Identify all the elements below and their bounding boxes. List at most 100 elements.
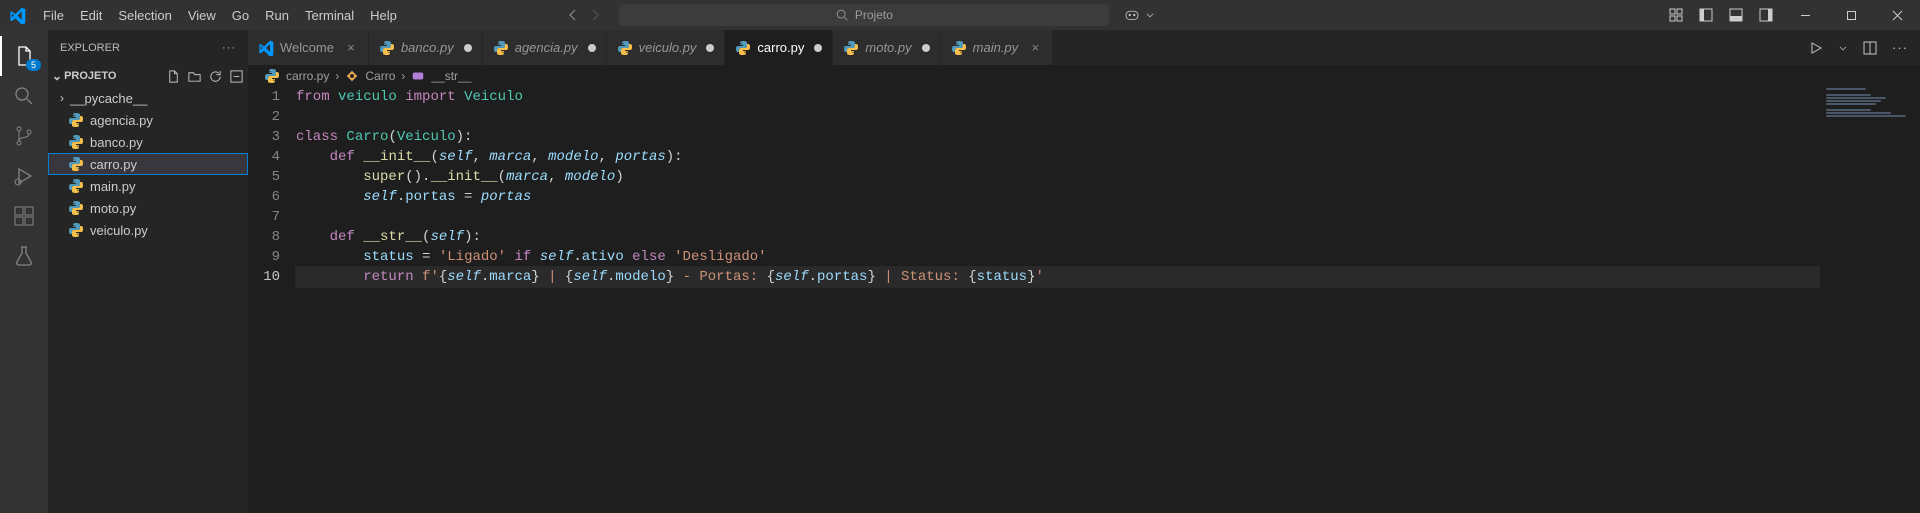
split-editor-icon[interactable] [1862, 40, 1878, 56]
file-banco-py[interactable]: banco.py [48, 131, 248, 153]
breadcrumb-item[interactable]: carro.py [286, 69, 329, 83]
chevron-down-icon [1145, 10, 1155, 20]
tab-moto-py[interactable]: moto.py [833, 30, 940, 65]
nav-arrows [565, 7, 603, 23]
minimap[interactable] [1820, 87, 1920, 513]
window-controls [1782, 0, 1920, 30]
run-icon[interactable] [1808, 40, 1824, 56]
tab-actions: ··· [1796, 30, 1920, 65]
minimap-line [1826, 88, 1866, 90]
explorer-badge: 5 [26, 59, 41, 71]
editor[interactable]: 12345678910 from veiculo import Veiculoc… [248, 87, 1920, 513]
layout-grid-icon[interactable] [1668, 7, 1684, 23]
python-file-icon [617, 40, 633, 56]
modified-dot-icon [814, 44, 822, 52]
close-button[interactable] [1874, 0, 1920, 30]
menu-view[interactable]: View [180, 2, 224, 29]
vscode-logo-icon [0, 7, 35, 24]
code-line[interactable] [296, 207, 1920, 227]
code-line[interactable]: status = 'Ligado' if self.ativo else 'De… [296, 247, 1920, 267]
minimap-line [1826, 112, 1891, 114]
breadcrumb-item[interactable]: __str__ [431, 69, 471, 83]
close-tab-icon[interactable]: × [344, 40, 358, 55]
file-carro-py[interactable]: carro.py [48, 153, 248, 175]
menu-selection[interactable]: Selection [110, 2, 179, 29]
nav-back-icon[interactable] [565, 7, 581, 23]
toggle-panel-icon[interactable] [1728, 7, 1744, 23]
code-line[interactable]: super().__init__(marca, modelo) [296, 167, 1920, 187]
line-number: 4 [248, 147, 280, 167]
menu-terminal[interactable]: Terminal [297, 2, 362, 29]
new-file-icon[interactable] [166, 69, 181, 84]
activity-testing[interactable] [0, 236, 48, 276]
activity-scm[interactable] [0, 116, 48, 156]
menu-edit[interactable]: Edit [72, 2, 110, 29]
code-line[interactable]: def __str__(self): [296, 227, 1920, 247]
tab-carro-py[interactable]: carro.py [725, 30, 833, 65]
breadcrumbs[interactable]: carro.py›Carro›__str__ [248, 65, 1920, 87]
layout-controls [1668, 7, 1774, 23]
code[interactable]: from veiculo import Veiculo class Carro(V… [296, 87, 1920, 513]
file-moto-py[interactable]: moto.py [48, 197, 248, 219]
branch-icon [12, 124, 36, 148]
modified-dot-icon [464, 44, 472, 52]
code-line[interactable]: class Carro(Veiculo): [296, 127, 1920, 147]
sidebar-title: EXPLORER [60, 42, 120, 54]
code-line[interactable]: def __init__(self, marca, modelo, portas… [296, 147, 1920, 167]
close-tab-icon[interactable]: × [1028, 40, 1042, 55]
activity-extensions[interactable] [0, 196, 48, 236]
file-agencia-py[interactable]: agencia.py [48, 109, 248, 131]
menu-help[interactable]: Help [362, 2, 405, 29]
tabsbar: Welcome×banco.pyagencia.pyveiculo.pycarr… [248, 30, 1920, 65]
command-center[interactable]: Projeto [619, 4, 1109, 26]
tab-agencia-py[interactable]: agencia.py [483, 30, 607, 65]
code-line[interactable] [296, 107, 1920, 127]
menu-run[interactable]: Run [257, 2, 297, 29]
file-main-py[interactable]: main.py [48, 175, 248, 197]
toggle-sidebar-icon[interactable] [1698, 7, 1714, 23]
breadcrumb-item[interactable]: Carro [365, 69, 395, 83]
python-file-icon [68, 134, 84, 150]
modified-dot-icon [706, 44, 714, 52]
more-icon[interactable]: ··· [222, 42, 236, 54]
minimap-line [1826, 115, 1906, 117]
toggle-secondary-icon[interactable] [1758, 7, 1774, 23]
more-icon[interactable]: ··· [1892, 40, 1908, 55]
python-file-icon [68, 178, 84, 194]
python-file-icon [951, 40, 967, 56]
file-veiculo-py[interactable]: veiculo.py [48, 219, 248, 241]
activitybar: 5 [0, 30, 48, 513]
menu-file[interactable]: File [35, 2, 72, 29]
menu-go[interactable]: Go [224, 2, 257, 29]
new-folder-icon[interactable] [187, 69, 202, 84]
tab-welcome[interactable]: Welcome× [248, 30, 369, 65]
nav-forward-icon[interactable] [587, 7, 603, 23]
extensions-icon [12, 204, 36, 228]
copilot-menu[interactable] [1123, 6, 1155, 24]
python-file-icon [735, 40, 751, 56]
code-line[interactable]: self.portas = portas [296, 187, 1920, 207]
activity-explorer[interactable]: 5 [0, 36, 48, 76]
chevron-down-icon[interactable] [1838, 43, 1848, 53]
debug-icon [12, 164, 36, 188]
code-line[interactable]: from veiculo import Veiculo [296, 87, 1920, 107]
python-file-icon [493, 40, 509, 56]
vscode-icon [258, 40, 274, 56]
line-number: 8 [248, 227, 280, 247]
tab-veiculo-py[interactable]: veiculo.py [607, 30, 726, 65]
modified-dot-icon [588, 44, 596, 52]
folder-pycache[interactable]: ›__pycache__ [48, 87, 248, 109]
tab-main-py[interactable]: main.py× [941, 30, 1054, 65]
collapse-icon[interactable] [229, 69, 244, 84]
minimize-button[interactable] [1782, 0, 1828, 30]
tab-banco-py[interactable]: banco.py [369, 30, 483, 65]
refresh-icon[interactable] [208, 69, 223, 84]
project-section-header[interactable]: ⌄ PROJETO [48, 65, 248, 87]
line-number: 1 [248, 87, 280, 107]
activity-debug[interactable] [0, 156, 48, 196]
line-number: 10 [248, 267, 280, 287]
code-line[interactable]: return f'{self.marca} | {self.modelo} - … [296, 267, 1920, 287]
activity-search[interactable] [0, 76, 48, 116]
python-file-icon [843, 40, 859, 56]
maximize-button[interactable] [1828, 0, 1874, 30]
